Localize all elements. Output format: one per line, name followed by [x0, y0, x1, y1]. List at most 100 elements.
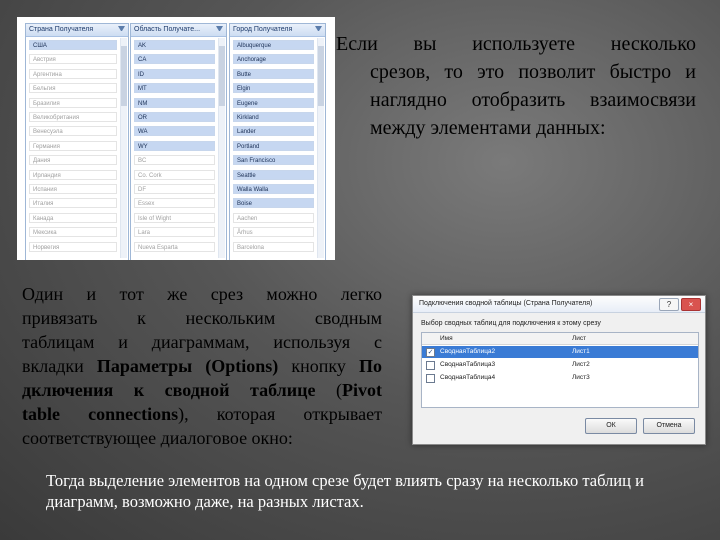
text-run: вкладки [22, 356, 97, 376]
slicer-item[interactable]: Мексика [29, 227, 117, 238]
column-sheet-header[interactable]: Лист [572, 333, 586, 344]
slicer-item[interactable]: Бельгия [29, 83, 117, 94]
row-checkbox[interactable] [426, 361, 435, 370]
row-checkbox[interactable]: ✓ [426, 348, 435, 357]
slicer-item[interactable]: Канада [29, 212, 117, 223]
intro-line-2: срезов, то это позволит быстро и [370, 61, 696, 83]
slicer-item[interactable]: Århus [233, 227, 314, 238]
slicer-header: Город Получателя [230, 24, 325, 37]
slicer-item[interactable]: Albuquerque [233, 40, 314, 50]
slicer-scrollbar[interactable] [120, 38, 127, 258]
text-line: table connections), которая открывает [22, 402, 382, 426]
pivot-table-list[interactable]: Имя Лист ✓ СводнаяТаблица2 Лист1 СводнаяТаб… [421, 332, 699, 408]
cancel-button[interactable]: Отмена [643, 418, 695, 434]
text-run: ), которая открывает [178, 404, 383, 424]
slicer-item[interactable]: Великобритания [29, 112, 117, 122]
slicer-item[interactable]: BC [134, 155, 215, 166]
intro-line-3: наглядно отобразить взаимосвязи [370, 89, 696, 111]
close-button[interactable]: × [681, 298, 701, 311]
text-line: вкладки Параметры (Options) кнопку По [22, 354, 382, 378]
slicer-item[interactable]: Aachen [233, 212, 314, 223]
slicer-region[interactable]: Область Получате... AK CA ID MT NM OR WA WY BC Co… [130, 23, 227, 260]
intro-paragraph: Если вы используете несколько срезов, то… [336, 30, 696, 142]
slicer-header: Страна Получателя [26, 24, 128, 37]
conclusion-paragraph: Тогда выделение элементов на одном срезе… [46, 471, 644, 511]
clear-filter-icon[interactable] [315, 26, 322, 33]
slicer-item[interactable]: DF [134, 184, 215, 194]
text-run: ( [315, 380, 342, 400]
text-run: кнопку [278, 356, 359, 376]
slicer-item[interactable]: Ирландия [29, 169, 117, 180]
pivot-table-row[interactable]: СводнаяТаблица3 Лист2 [422, 359, 698, 371]
intro-line-1: Если вы используете несколько [336, 33, 696, 55]
slicer-item[interactable]: Lara [134, 227, 215, 238]
slicer-item[interactable]: Portland [233, 140, 314, 151]
row-checkbox[interactable] [426, 374, 435, 383]
slicer-item[interactable]: Германия [29, 140, 117, 151]
slicer-item[interactable]: Kirkland [233, 112, 314, 122]
slicer-item[interactable]: Walla Walla [233, 184, 314, 194]
connections-paragraph: Один и тот же срез можно легко привязать… [22, 282, 382, 450]
text-line: привязать к нескольким сводным [22, 308, 382, 328]
options-tab-name: Параметры (Options) [96, 356, 279, 376]
slicer-item[interactable]: Италия [29, 198, 117, 209]
slicer-item[interactable]: Butte [233, 68, 314, 79]
button-name-en-part: Pivot [342, 380, 382, 400]
intro-line-4: между элементами данных: [370, 117, 606, 139]
slicer-item[interactable]: Co. Cork [134, 169, 215, 180]
slicer-title: Страна Получателя [29, 26, 94, 33]
row-name: СводнаяТаблица4 [440, 374, 496, 381]
slicer-item[interactable]: США [29, 40, 117, 50]
column-name-header[interactable]: Имя [440, 333, 453, 344]
slicer-item[interactable]: Eugene [233, 97, 314, 108]
slicer-item[interactable]: Barcelona [233, 241, 314, 252]
slicer-item[interactable]: Seattle [233, 169, 314, 180]
slicer-item[interactable]: WY [134, 140, 215, 151]
slicer-item[interactable]: MT [134, 83, 215, 94]
pivot-table-row[interactable]: СводнаяТаблица4 Лист3 [422, 372, 698, 384]
list-header: Имя Лист [422, 333, 698, 345]
slicer-scrollbar[interactable] [317, 38, 324, 258]
slicer-item[interactable]: Испания [29, 184, 117, 194]
clear-filter-icon[interactable] [216, 26, 223, 33]
slicers-screenshot: Страна Получателя США Австрия Аргентина Бел… [17, 17, 335, 260]
pivot-table-row[interactable]: ✓ СводнаяТаблица2 Лист1 [422, 346, 698, 358]
row-name: СводнаяТаблица2 [440, 348, 496, 355]
slicer-item[interactable]: WA [134, 126, 215, 137]
slicer-item[interactable]: Nueva Esparta [134, 241, 215, 252]
slicer-item[interactable]: Аргентина [29, 68, 117, 79]
slicer-country[interactable]: Страна Получателя США Австрия Аргентина Бел… [25, 23, 129, 260]
slicer-item[interactable]: Австрия [29, 54, 117, 65]
clear-filter-icon[interactable] [118, 26, 125, 33]
slicer-item[interactable]: AK [134, 40, 215, 50]
slicer-item[interactable]: Дания [29, 155, 117, 166]
slicer-item[interactable]: Норвегия [29, 241, 117, 252]
slicer-item[interactable]: San Francisco [233, 155, 314, 166]
slicer-item[interactable]: Lander [233, 126, 314, 137]
button-name-part: дключения к сводной таблице [22, 380, 316, 400]
dialog-instruction: Выбор сводных таблиц для подключения к э… [421, 320, 601, 327]
slicer-scrollbar[interactable] [218, 38, 225, 258]
ok-button[interactable]: ОК [585, 418, 637, 434]
help-button[interactable]: ? [659, 298, 679, 311]
text-line: Один и тот же срез можно легко [22, 284, 382, 304]
row-sheet: Лист1 [572, 348, 590, 355]
text-line: соответствующее диалоговое окно: [22, 428, 293, 448]
text-line: таблицам и диаграммам, используя с [22, 332, 382, 352]
slicer-city[interactable]: Город Получателя Albuquerque Anchorage But… [229, 23, 326, 260]
slicer-item[interactable]: Elgin [233, 83, 314, 94]
slicer-item[interactable]: Isle of Wight [134, 212, 215, 223]
slicer-item[interactable]: Boise [233, 198, 314, 209]
row-sheet: Лист2 [572, 361, 590, 368]
slicer-item[interactable]: CA [134, 54, 215, 65]
row-name: СводнаяТаблица3 [440, 361, 496, 368]
slicer-item[interactable]: Бразилия [29, 97, 117, 108]
slicer-item[interactable]: NM [134, 97, 215, 108]
slicer-item[interactable]: Венесуэла [29, 126, 117, 137]
slicer-item[interactable]: OR [134, 112, 215, 122]
button-name-en-part: table connections [22, 404, 179, 424]
slicer-item[interactable]: ID [134, 68, 215, 79]
slicer-title: Город Получателя [233, 26, 293, 33]
slicer-item[interactable]: Essex [134, 198, 215, 209]
slicer-item[interactable]: Anchorage [233, 54, 314, 65]
